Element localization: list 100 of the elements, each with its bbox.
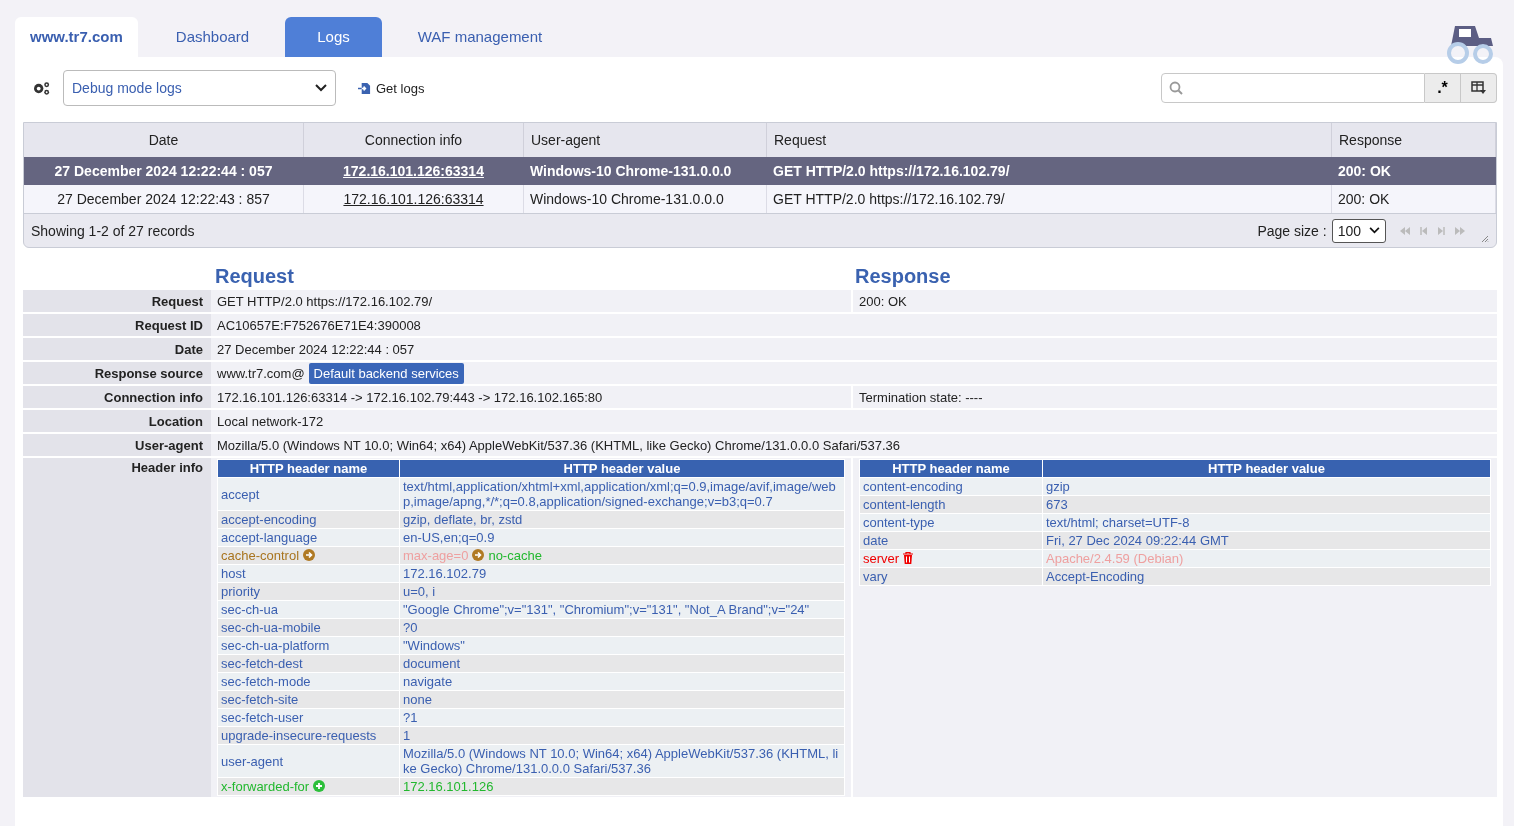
field-label: Header info: [131, 460, 203, 475]
field-value: www.tr7.com@: [217, 365, 305, 381]
table-cell: 200: OK: [1338, 191, 1390, 207]
log-type-select[interactable]: Debug mode logs: [63, 70, 336, 106]
page-size-label: Page size :: [1257, 222, 1327, 239]
file-import-icon: [358, 81, 371, 95]
header-name: sec-ch-ua-mobile: [221, 620, 321, 635]
header-name: date: [863, 533, 889, 548]
request-heading: Request: [215, 264, 294, 287]
column-header: HTTP header value: [399, 459, 845, 478]
old-header-value: max-age=0: [403, 548, 469, 563]
header-value: document: [403, 656, 461, 671]
header-name: sec-ch-ua: [221, 602, 279, 617]
column-header[interactable]: Request: [766, 123, 1332, 157]
field-value: Local network-172: [217, 413, 324, 429]
tab[interactable]: Dashboard: [153, 17, 272, 57]
field-label: Date: [174, 341, 203, 357]
log-row[interactable]: 27 December 2024 12:22:43 : 857 172.16.101.126:63314 Windows-10 Chrome-131.0.0.0 GET HTTP/2.0 https://172.16.102.79/ 200: OK: [24, 185, 1496, 213]
column-header: HTTP header name: [859, 459, 1043, 478]
resize-grip-icon[interactable]: [1481, 235, 1489, 243]
column-header[interactable]: Connection info: [303, 123, 524, 157]
backend-tag[interactable]: Default backend services: [308, 362, 464, 384]
header-value: ?0: [403, 620, 418, 635]
field-label: Request ID: [135, 317, 203, 333]
header-name: sec-ch-ua-platform: [221, 638, 330, 653]
header-value: navigate: [403, 674, 453, 689]
table-cell: 27 December 2024 12:22:44 : 057: [54, 163, 273, 179]
header-name: content-length: [863, 497, 946, 512]
trash-icon: [903, 552, 914, 564]
tab[interactable]: www.tr7.com: [15, 17, 138, 57]
table-cell: Windows-10 Chrome-131.0.0.0: [530, 163, 732, 179]
header-value: 172.16.101.126: [403, 779, 494, 794]
header-name: priority: [221, 584, 260, 599]
first-page-icon[interactable]: [1399, 226, 1411, 235]
header-name: upgrade-insecure-requests: [221, 728, 377, 743]
header-name: vary: [863, 569, 888, 584]
field-value: AC10657E:F752676E71E4:390008: [217, 317, 421, 333]
header-name: host: [221, 566, 246, 581]
header-name: sec-fetch-dest: [221, 656, 303, 671]
column-filter-button[interactable]: [1461, 73, 1497, 103]
header-value: gzip: [1046, 479, 1070, 494]
search-icon: [1169, 81, 1183, 95]
header-name: sec-fetch-site: [221, 692, 299, 707]
field-value: Mozilla/5.0 (Windows NT 10.0; Win64; x64) AppleWebKit/537.36 (KHTML, like Gecko) Chrome/131.0.0.0 Safari/537.36: [217, 437, 901, 453]
tab[interactable]: Logs: [285, 17, 382, 57]
previous-page-icon[interactable]: [1420, 226, 1428, 235]
header-name: server: [863, 551, 900, 566]
header-value: Apache/2.4.59 (Debian): [1046, 551, 1184, 566]
table-cell: 200: OK: [1338, 163, 1391, 179]
arrow-circle-icon: [303, 549, 316, 561]
header-value: "Windows": [403, 638, 465, 653]
header-value: en-US,en;q=0.9: [403, 530, 495, 545]
field-value: 172.16.101.126:63314 -> 172.16.102.79:443 -> 172.16.102.165:80: [217, 389, 603, 405]
header-value: 1: [403, 728, 411, 743]
field-value: 27 December 2024 12:22:44 : 057: [217, 341, 415, 357]
next-page-icon[interactable]: [1437, 226, 1445, 235]
header-name: content-encoding: [863, 479, 963, 494]
column-header[interactable]: Date: [24, 123, 304, 157]
header-value: none: [403, 692, 432, 707]
tab[interactable]: WAF management: [395, 17, 565, 57]
header-name: sec-fetch-user: [221, 710, 304, 725]
header-name: user-agent: [221, 753, 284, 769]
header-name: sec-fetch-mode: [221, 674, 311, 689]
search-field[interactable]: [1161, 73, 1425, 103]
field-label: Connection info: [104, 389, 203, 405]
header-value: ?1: [403, 710, 418, 725]
field-label: User-agent: [135, 437, 203, 453]
field-label: Location: [148, 413, 203, 429]
table-filter-icon: [1470, 81, 1487, 95]
gears-icon[interactable]: [32, 80, 51, 96]
header-value: text/html; charset=UTF-8: [1046, 515, 1190, 530]
column-header[interactable]: User-agent: [523, 123, 767, 157]
header-value: u=0, i: [403, 584, 436, 599]
header-name: content-type: [863, 515, 935, 530]
header-value: 172.16.102.79: [403, 566, 487, 581]
response-heading: Response: [855, 264, 951, 287]
column-header[interactable]: Response: [1331, 123, 1496, 157]
field-label: Request: [151, 293, 203, 309]
records-summary: Showing 1-2 of 27 records: [31, 222, 195, 239]
last-page-icon[interactable]: [1454, 226, 1466, 235]
table-cell: GET HTTP/2.0 https://172.16.102.79/: [773, 163, 1010, 179]
header-name: accept: [221, 486, 260, 502]
arrow-circle-icon: [472, 549, 485, 561]
regex-button[interactable]: .*: [1425, 73, 1461, 103]
log-row[interactable]: 27 December 2024 12:22:44 : 057 172.16.101.126:63314 Windows-10 Chrome-131.0.0.0 GET HTTP/2.0 https://172.16.102.79/ 200: OK: [24, 157, 1496, 185]
field-value: GET HTTP/2.0 https://172.16.102.79/: [217, 293, 433, 309]
header-value: gzip, deflate, br, zstd: [403, 512, 523, 527]
caret-icon: [315, 84, 327, 92]
page-size-select[interactable]: 100: [1331, 218, 1386, 243]
header-value: "Google Chrome";v="131", "Chromium";v="131", "Not_A Brand";v="24": [403, 602, 810, 617]
field-label: Response source: [94, 365, 203, 381]
column-header: HTTP header name: [217, 459, 400, 478]
header-value: Accept-Encoding: [1046, 569, 1145, 584]
field-value: 200: OK: [859, 293, 907, 309]
caret-icon: [1369, 227, 1380, 234]
header-name: accept-language: [221, 530, 318, 545]
get-logs-button[interactable]: Get logs: [352, 79, 431, 97]
plus-circle-icon: [313, 780, 326, 792]
field-value: Termination state: ----: [859, 389, 983, 405]
table-cell: GET HTTP/2.0 https://172.16.102.79/: [773, 191, 1005, 207]
